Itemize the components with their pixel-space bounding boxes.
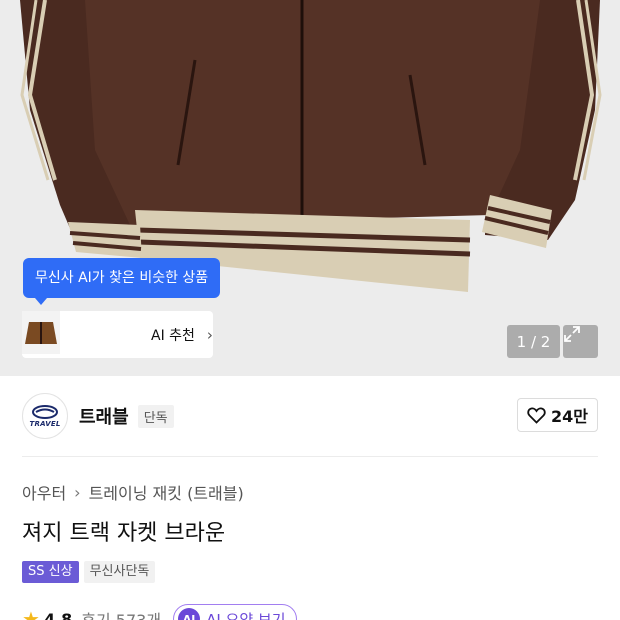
ai-summary-button[interactable]: AI AI 요약 보기	[173, 604, 297, 620]
image-pager: 1 / 2	[507, 325, 560, 358]
chevron-right-icon: ›	[206, 325, 213, 344]
product-badges: SS 신상 무신사단독	[22, 561, 160, 583]
ai-recommend-strip[interactable]: AI 추천 ›	[22, 311, 213, 358]
brand-logo[interactable]: TRAVEL	[22, 393, 68, 439]
ai-recommend-label: AI 추천	[151, 327, 195, 344]
ai-icon: AI	[178, 608, 201, 620]
ai-similar-tooltip: 무신사 AI가 찾은 비슷한 상품	[23, 258, 221, 305]
product-title: 져지 트랙 자켓 브라운	[22, 521, 226, 546]
divider	[22, 456, 598, 457]
new-season-badge: SS 신상	[22, 561, 79, 583]
heart-icon	[527, 407, 546, 424]
breadcrumb: 아우터 › 트레이닝 재킷 (트래블)	[22, 480, 244, 504]
ai-summary-label: AI 요약 보기	[206, 610, 286, 620]
brand-logo-text: TRAVEL	[29, 419, 61, 428]
brand-row: TRAVEL 트래블 단독 24만	[22, 393, 598, 439]
rating-row: ★ 4.8 후기 573개 AI AI 요약 보기	[22, 604, 297, 620]
rating-score: 4.8	[43, 609, 73, 620]
breadcrumb-item[interactable]: 아우터	[22, 480, 66, 504]
review-count-link[interactable]: 후기 573개	[81, 607, 161, 620]
exclusive-badge: 무신사단독	[83, 561, 156, 583]
exclusive-tag: 단독	[137, 404, 174, 428]
brand-name[interactable]: 트래블	[79, 403, 129, 429]
breadcrumb-item[interactable]: 트레이닝 재킷 (트래블)	[89, 480, 244, 504]
product-image-carousel[interactable]: 무신사 AI가 찾은 비슷한 상품 AI 추천 › 1 / 2	[0, 0, 620, 376]
like-button[interactable]: 24만	[517, 398, 598, 432]
similar-item-thumb[interactable]	[22, 311, 140, 356]
travel-logo-icon	[32, 404, 58, 419]
expand-icon	[564, 326, 580, 342]
star-icon: ★	[22, 607, 40, 620]
expand-button[interactable]	[563, 325, 598, 358]
like-count: 24만	[551, 407, 588, 426]
similar-item-thumb[interactable]	[22, 311, 101, 356]
chevron-right-icon: ›	[74, 482, 81, 502]
